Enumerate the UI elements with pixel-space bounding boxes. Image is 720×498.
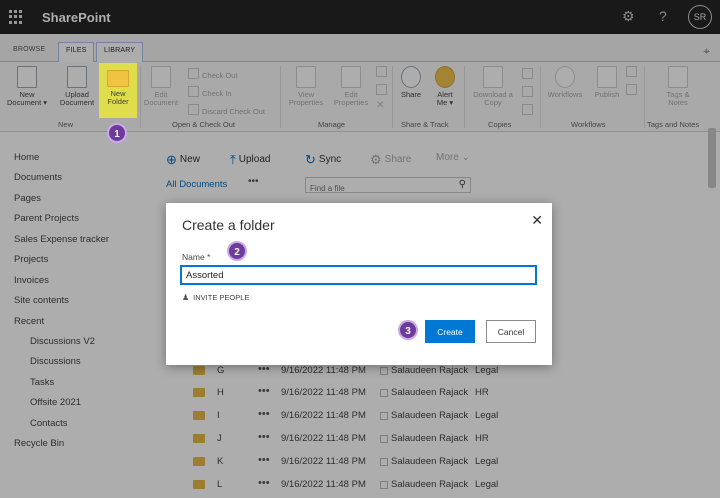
folder-name-input[interactable]	[180, 265, 537, 285]
step-badge-3: 3	[398, 320, 418, 340]
dialog-title: Create a folder	[182, 217, 275, 233]
create-folder-dialog: Create a folder ✕ Name * ♟INVITE PEOPLE …	[166, 203, 552, 365]
close-icon[interactable]: ✕	[531, 212, 543, 229]
invite-people-link[interactable]: ♟ INVITE PEOPLE	[182, 293, 249, 302]
create-button[interactable]: Create	[425, 320, 475, 343]
new-folder-label-2: Folder	[107, 97, 129, 106]
folder-name-label: Name *	[182, 252, 211, 262]
step-badge-2: 2	[227, 241, 247, 261]
people-icon: ♟	[182, 293, 190, 302]
cancel-button[interactable]: Cancel	[486, 320, 536, 343]
invite-people-label: INVITE PEOPLE	[193, 293, 250, 302]
step-badge-1: 1	[107, 123, 127, 143]
folder-icon	[107, 70, 129, 87]
new-folder-button-highlighted[interactable]: New Folder	[101, 66, 135, 106]
